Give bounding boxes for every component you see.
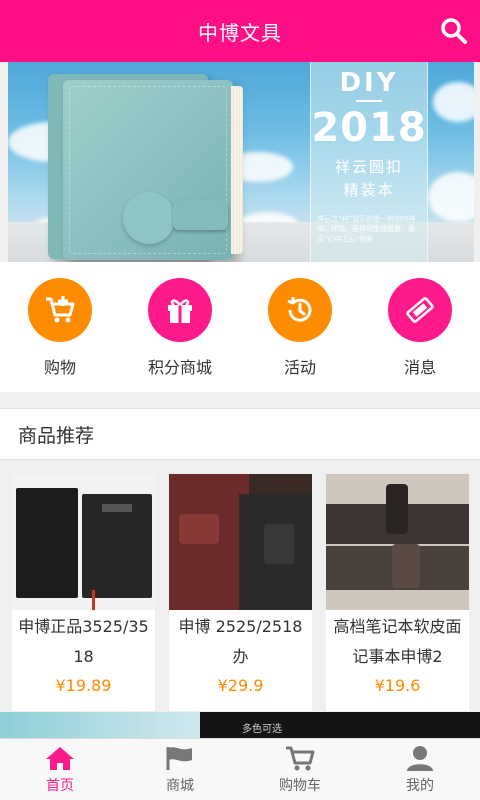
product-list: 申博正品3525/3518 ¥19.89 申博 2525/2518办 ¥29.9…	[0, 462, 480, 712]
product-image	[326, 474, 469, 610]
menu-label: 活动	[283, 358, 316, 377]
product-price: ¥19.6	[374, 676, 421, 695]
cart-icon	[286, 746, 315, 771]
promo-banner[interactable]: DIY 2018 祥云圆扣 精装本 祥云之“祥”显示的是一种如何祥和、祥瑞，吉祥…	[8, 62, 474, 262]
flag-icon	[166, 747, 192, 770]
preview-image-right: 多色可选	[200, 712, 480, 738]
banner-text-panel: DIY 2018 祥云圆扣 精装本 祥云之“祥”显示的是一种如何祥和、祥瑞，吉祥…	[310, 62, 428, 262]
section-title: 商品推荐	[18, 424, 95, 447]
next-row-preview: 多色可选	[0, 712, 480, 738]
tab-home[interactable]: 首页	[0, 739, 120, 800]
ticket-icon	[388, 278, 452, 342]
product-card[interactable]: 申博 2525/2518办 ¥29.9	[169, 474, 312, 711]
notebook-image	[63, 80, 243, 260]
tab-label: 商城	[166, 778, 194, 794]
preview-text: 多色可选	[242, 724, 282, 735]
menu-item-shopping[interactable]: 购物	[0, 262, 120, 392]
product-image	[12, 474, 155, 610]
product-price: ¥29.9	[217, 676, 264, 695]
tab-label: 我的	[406, 778, 434, 794]
product-card[interactable]: 高档笔记本软皮面记事本申博2 ¥19.6	[326, 474, 469, 711]
product-name: 申博 2525/2518办	[178, 617, 303, 666]
product-card[interactable]: 申博正品3525/3518 ¥19.89	[12, 474, 155, 711]
page-title: 中博文具	[198, 20, 282, 45]
banner-subtitle-1: 祥云圆扣	[334, 158, 403, 176]
tab-label: 购物车	[279, 778, 321, 794]
banner-subtitle-2: 精装本	[343, 181, 395, 199]
cart-plus-icon	[28, 278, 92, 342]
product-image	[169, 474, 312, 610]
recommend-section-header: 商品推荐	[0, 408, 480, 460]
menu-label: 积分商城	[147, 358, 212, 377]
tab-mall[interactable]: 商城	[120, 739, 240, 800]
user-icon	[407, 746, 433, 771]
menu-label: 消息	[403, 358, 436, 377]
bottom-tab-bar: 首页 商城 购物车 我的	[0, 738, 480, 800]
app-header: 中博文具	[0, 0, 480, 62]
preview-image-left	[0, 712, 200, 738]
banner-note: 祥云之“祥”显示的是一种如何祥和、祥瑞，吉祥的生活愿景，象征“心中之云”的美	[317, 215, 416, 243]
tab-profile[interactable]: 我的	[360, 739, 480, 800]
home-icon	[46, 747, 74, 770]
tab-label: 首页	[46, 778, 74, 794]
menu-item-messages[interactable]: 消息	[360, 262, 480, 392]
gift-icon	[148, 278, 212, 342]
tab-cart[interactable]: 购物车	[240, 739, 360, 800]
menu-label: 购物	[43, 358, 76, 377]
banner-diy: DIY	[339, 68, 399, 98]
product-price: ¥19.89	[55, 676, 112, 695]
menu-item-activity[interactable]: 活动	[240, 262, 360, 392]
menu-item-points-mall[interactable]: 积分商城	[120, 262, 240, 392]
product-name: 高档笔记本软皮面记事本申博2	[333, 617, 462, 666]
search-icon[interactable]	[440, 17, 468, 45]
history-icon	[268, 278, 332, 342]
banner-year: 2018	[311, 105, 427, 151]
product-name: 申博正品3525/3518	[18, 617, 149, 666]
quick-menu: 购物 积分商城 活动 消息	[0, 262, 480, 392]
